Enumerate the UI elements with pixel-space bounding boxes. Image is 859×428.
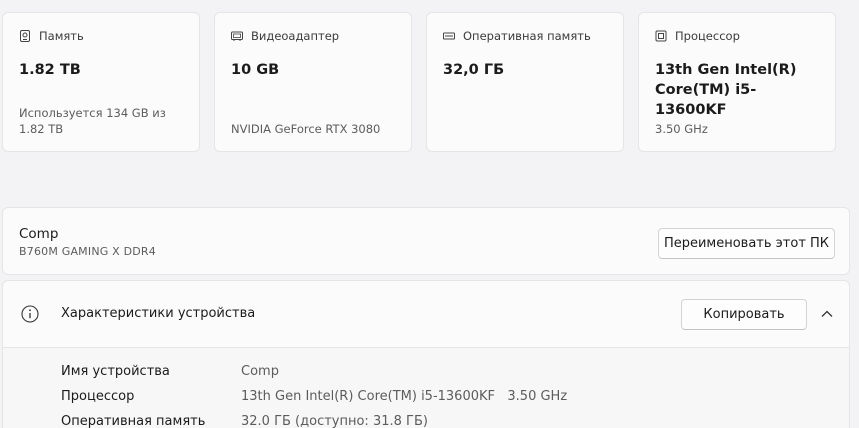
- ram-card-title: Оперативная память: [463, 29, 591, 43]
- spec-label: Процессор: [61, 389, 135, 404]
- copy-button[interactable]: Копировать: [681, 299, 807, 330]
- storage-card-header: Память: [19, 29, 183, 43]
- spec-value: Comp: [241, 364, 279, 379]
- storage-card-sub: Используется 134 GB из 1.82 TB: [19, 106, 166, 136]
- gpu-card-title: Видеоадаптер: [251, 29, 340, 43]
- storage-icon: [20, 30, 30, 42]
- device-specs-title: Характеристики устройства: [61, 306, 256, 321]
- cpu-card-title: Процессор: [675, 29, 740, 43]
- computer-model: B760M GAMING X DDR4: [19, 245, 156, 258]
- spec-row-processor: Процессор 13th Gen Intel(R) Core(TM) i5-…: [61, 384, 567, 409]
- ram-card-value: 32,0 ГБ: [443, 62, 505, 78]
- gpu-card-value: 10 GB: [231, 62, 280, 78]
- computer-name: Comp: [19, 226, 59, 242]
- spec-row-device-name: Имя устройства Comp: [61, 359, 567, 384]
- device-specs-header[interactable]: Характеристики устройства Копировать: [3, 281, 849, 348]
- ram-card-header: Оперативная память: [443, 29, 607, 43]
- gpu-card-sub: NVIDIA GeForce RTX 3080: [231, 122, 381, 136]
- spec-label: Имя устройства: [61, 364, 170, 379]
- gpu-icon: [231, 31, 243, 41]
- chevron-up-icon[interactable]: [819, 306, 835, 322]
- ram-icon: [443, 32, 455, 40]
- info-icon: [21, 305, 39, 323]
- storage-card-title: Память: [39, 29, 84, 43]
- computer-name-row: Comp B760M GAMING X DDR4 Переименовать э…: [2, 207, 850, 275]
- cpu-card-header: Процессор: [655, 29, 819, 43]
- cpu-card-sub: 3.50 GHz: [655, 122, 708, 136]
- system-about-page: Память 1.82 TB Используется 134 GB из 1.…: [0, 0, 859, 428]
- spec-value: 13th Gen Intel(R) Core(TM) i5-13600KF 3.…: [241, 389, 568, 404]
- storage-card: Память 1.82 TB Используется 134 GB из 1.…: [2, 12, 200, 152]
- device-specs-list: Имя устройства Comp Процессор 13th Gen I…: [61, 359, 567, 428]
- spec-value: 32.0 ГБ (доступно: 31.8 ГБ): [241, 414, 428, 428]
- gpu-card: Видеоадаптер 10 GB NVIDIA GeForce RTX 30…: [214, 12, 412, 152]
- cpu-icon: [655, 30, 667, 42]
- spec-row-ram: Оперативная память 32.0 ГБ (доступно: 31…: [61, 409, 567, 428]
- spec-label: Оперативная память: [61, 414, 206, 428]
- device-specs-panel: Характеристики устройства Копировать Имя…: [2, 280, 850, 428]
- gpu-card-header: Видеоадаптер: [231, 29, 395, 43]
- cpu-card: Процессор 13th Gen Intel(R) Core(TM) i5-…: [638, 12, 836, 152]
- ram-card: Оперативная память 32,0 ГБ: [426, 12, 624, 152]
- rename-pc-button[interactable]: Переименовать этот ПК: [658, 228, 835, 259]
- storage-card-value: 1.82 TB: [19, 62, 81, 78]
- cpu-card-value: 13th Gen Intel(R) Core(TM) i5-13600KF: [655, 62, 797, 118]
